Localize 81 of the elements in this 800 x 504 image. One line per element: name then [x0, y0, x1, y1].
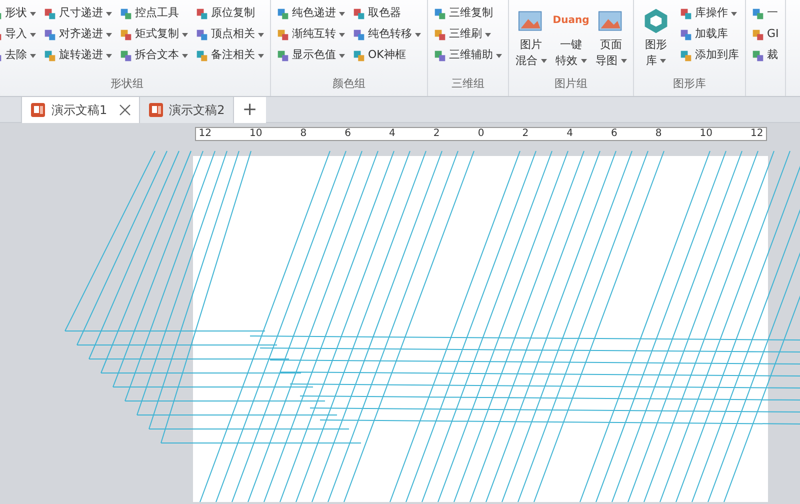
- ribbon-button[interactable]: 矩式复制: [118, 24, 190, 45]
- large-ribbon-button[interactable]: 图片 混合: [513, 3, 549, 76]
- tool-icon: [120, 28, 132, 40]
- ruler-number: 2: [522, 128, 529, 140]
- group-label: 三维组: [452, 77, 484, 90]
- large-ribbon-button[interactable]: 图形 库: [638, 3, 674, 76]
- ruler-number: 8: [655, 128, 662, 140]
- tool-icon: [44, 28, 56, 40]
- ribbon-button[interactable]: 纯色转移: [351, 24, 423, 45]
- tool-icon: [434, 50, 446, 62]
- ruler-number: 12: [750, 128, 764, 140]
- ribbon-button[interactable]: 原位复制: [194, 3, 266, 24]
- tool-icon: [277, 8, 289, 20]
- ribbon-button[interactable]: 形状: [0, 3, 38, 24]
- ruler-number: 4: [389, 128, 396, 140]
- presentation-file-icon: [30, 102, 46, 118]
- tool-icon: [353, 50, 365, 62]
- ribbon-button[interactable]: 显示色值: [275, 45, 347, 66]
- ribbon-button[interactable]: OK神框: [351, 45, 423, 66]
- ribbon-button[interactable]: 旋转递进: [42, 45, 114, 66]
- ruler-number: 6: [610, 128, 618, 140]
- tool-icon: [752, 50, 764, 62]
- tool-icon: [752, 28, 764, 40]
- ruler-number: 6: [344, 128, 352, 140]
- ruler-number: 12: [198, 128, 212, 140]
- group-label: 图片组: [554, 77, 588, 90]
- ribbon-button[interactable]: 三维刷: [432, 24, 504, 45]
- icon-caption: Duang: [552, 14, 590, 28]
- tool-icon: [120, 50, 132, 62]
- new-tab-button[interactable]: +: [234, 97, 266, 123]
- ruler-number: 2: [433, 128, 440, 140]
- ribbon-button[interactable]: 去除: [0, 45, 38, 66]
- tool-icon: [680, 8, 692, 20]
- ribbon-button[interactable]: 备注相关: [194, 45, 266, 66]
- ribbon-button[interactable]: 取色器: [351, 3, 423, 24]
- document-tab[interactable]: 演示文稿1: [22, 97, 140, 123]
- tool-icon: [680, 50, 692, 62]
- hexagon-icon: [642, 7, 670, 35]
- ribbon-button[interactable]: 拆合文本: [118, 45, 190, 66]
- document-tab[interactable]: 演示文稿2: [140, 97, 234, 123]
- tool-icon: [277, 28, 289, 40]
- ribbon-button[interactable]: 渐纯互转: [275, 24, 347, 45]
- ribbon-button[interactable]: 加载库: [678, 24, 741, 45]
- ribbon-button[interactable]: 导入: [0, 24, 38, 45]
- close-icon[interactable]: [118, 104, 131, 116]
- ribbon-button[interactable]: 尺寸递进: [42, 3, 114, 24]
- tool-icon: [196, 28, 208, 40]
- ribbon-button[interactable]: 纯色递进: [275, 3, 347, 24]
- tool-icon: [752, 8, 764, 20]
- ribbon-button[interactable]: 三维辅助: [432, 45, 504, 66]
- tool-icon: [44, 8, 56, 20]
- tool-icon: [196, 8, 208, 20]
- tool-icon: [680, 28, 692, 40]
- group-label: 颜色组: [332, 77, 366, 90]
- ribbon-button[interactable]: 裁: [750, 45, 781, 66]
- tool-icon: [434, 28, 446, 40]
- ribbon-button[interactable]: 三维复制: [432, 3, 504, 24]
- ruler-number: 0: [478, 128, 484, 140]
- ribbon-button[interactable]: GI: [750, 24, 781, 45]
- ribbon-button[interactable]: 顶点相关: [194, 24, 266, 45]
- group-label: 图形库: [673, 77, 706, 90]
- tool-icon: [44, 50, 56, 62]
- ribbon-button[interactable]: 一: [750, 3, 781, 24]
- tool-icon: [353, 28, 365, 40]
- group-label: 形状组: [110, 77, 144, 90]
- ribbon-button[interactable]: 对齐递进: [42, 24, 114, 45]
- ruler-number: 10: [700, 128, 712, 140]
- tool-icon: [196, 50, 208, 62]
- ruler-number: 4: [566, 128, 573, 140]
- large-ribbon-button[interactable]: Duang 一键 特效: [553, 3, 589, 76]
- presentation-file-icon: [148, 102, 164, 118]
- ribbon-button[interactable]: 库操作: [678, 3, 741, 24]
- ribbon-button[interactable]: 控点工具: [118, 3, 190, 24]
- ruler-number: 10: [250, 128, 262, 140]
- ribbon-button[interactable]: 添加到库: [678, 45, 741, 66]
- tool-icon: [434, 8, 446, 20]
- large-ribbon-button[interactable]: 页面 导图: [593, 3, 629, 76]
- ruler-number: 8: [300, 128, 307, 140]
- tool-icon: [277, 50, 289, 62]
- tool-icon: [353, 8, 365, 20]
- tool-icon: [120, 8, 132, 20]
